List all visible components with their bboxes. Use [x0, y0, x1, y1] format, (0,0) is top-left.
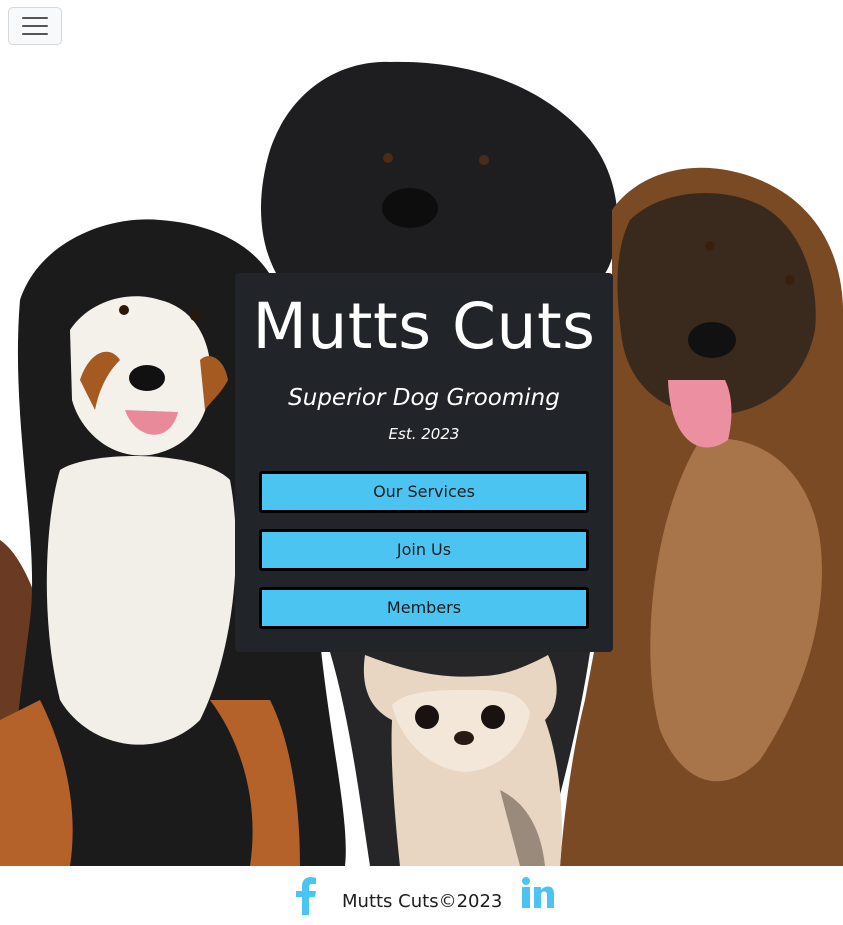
footer-copyright: Mutts Cuts©2023	[342, 891, 503, 912]
navbar-toggle-button[interactable]	[8, 7, 62, 45]
hamburger-menu-icon-bar	[22, 25, 48, 27]
facebook-icon[interactable]	[292, 877, 322, 915]
site-title: Mutts Cuts	[252, 290, 596, 363]
join-us-button[interactable]: Join Us	[259, 529, 589, 571]
hamburger-menu-icon-bar	[22, 17, 48, 19]
hero-card: Mutts Cuts Superior Dog Grooming Est. 20…	[235, 273, 613, 652]
hamburger-menu-icon-bar	[22, 33, 48, 35]
established-text: Est. 2023	[388, 425, 460, 443]
members-button[interactable]: Members	[259, 587, 589, 629]
tagline: Superior Dog Grooming	[288, 385, 560, 411]
our-services-button[interactable]: Our Services	[259, 471, 589, 513]
linkedin-icon[interactable]	[521, 876, 555, 910]
